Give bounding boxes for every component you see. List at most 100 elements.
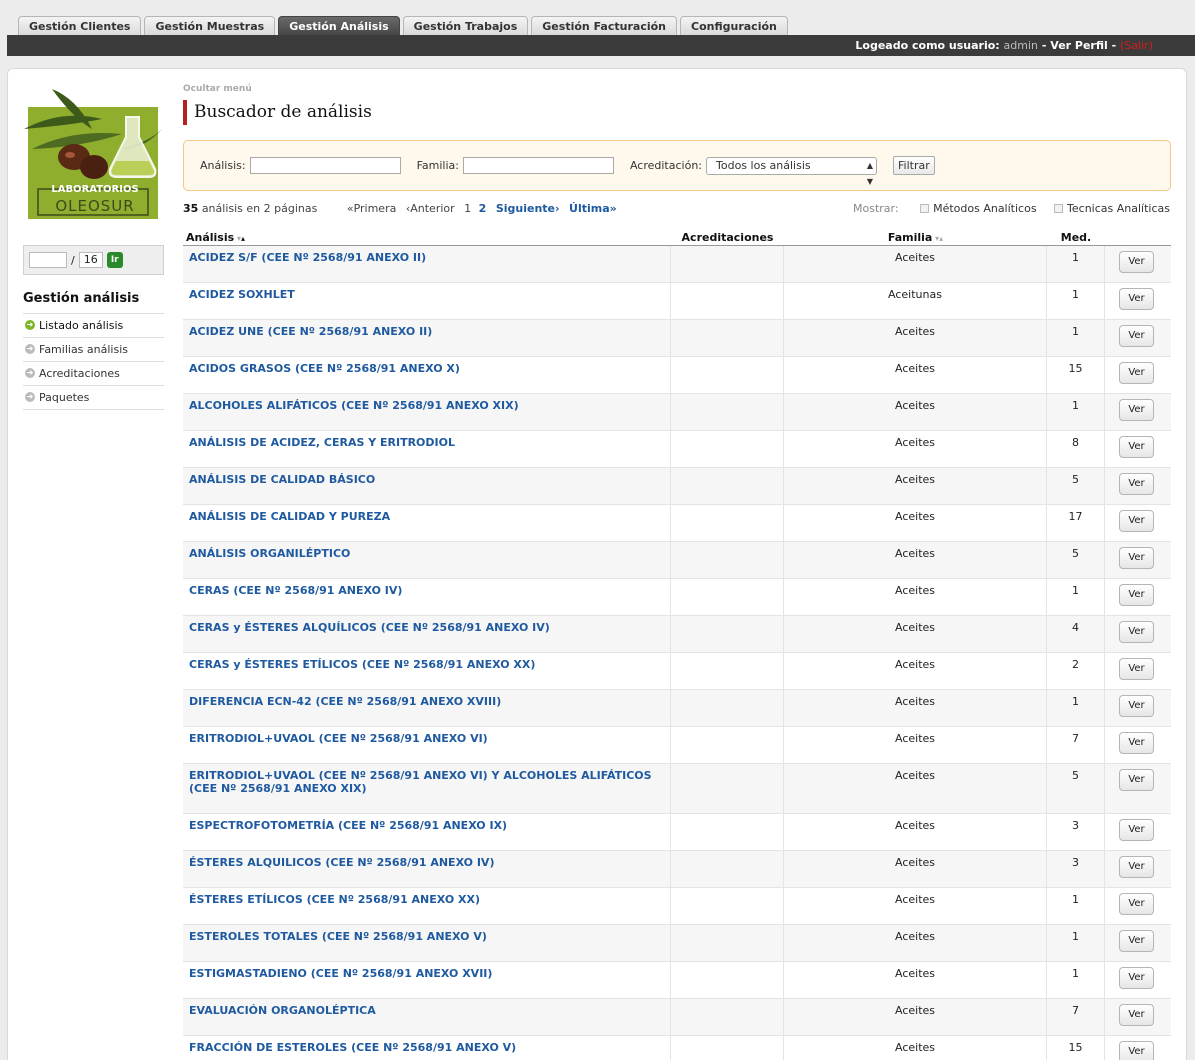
tab-1[interactable]: Gestión Muestras xyxy=(144,16,276,36)
analisis-name-link[interactable]: ANÁLISIS ORGANILÉPTICO xyxy=(183,542,671,578)
analisis-name-link[interactable]: ANÁLISIS DE ACIDEZ, CERAS Y ERITRODIOL xyxy=(183,431,671,467)
ver-button[interactable]: Ver xyxy=(1119,819,1154,841)
ver-button[interactable]: Ver xyxy=(1119,856,1154,878)
acreditacion-select[interactable]: Todos los análisis ▲ ▼ xyxy=(706,156,878,186)
ver-button[interactable]: Ver xyxy=(1119,621,1154,643)
page-2-link[interactable]: 2 xyxy=(479,202,487,215)
ver-button[interactable]: Ver xyxy=(1119,584,1154,606)
familia-cell: Aceites xyxy=(784,1036,1047,1060)
familia-input[interactable] xyxy=(462,157,614,174)
ver-button[interactable]: Ver xyxy=(1119,769,1154,791)
ver-button[interactable]: Ver xyxy=(1119,510,1154,532)
actions-cell: Ver xyxy=(1105,653,1171,689)
analisis-name-link[interactable]: FRACCIÓN DE ESTEROLES (CEE Nº 2568/91 AN… xyxy=(183,1036,671,1060)
hide-menu-link[interactable]: Ocultar menú xyxy=(183,84,252,94)
logout-link[interactable]: (Salir) xyxy=(1120,39,1153,52)
analisis-name-link[interactable]: ERITRODIOL+UVAOL (CEE Nº 2568/91 ANEXO V… xyxy=(183,764,671,813)
sidebar-item-2[interactable]: ➜ Acreditaciones xyxy=(23,362,164,386)
metodos-checkbox[interactable] xyxy=(920,204,930,213)
analisis-name-link[interactable]: ESTIGMASTADIENO (CEE Nº 2568/91 ANEXO XV… xyxy=(183,962,671,998)
actions-cell: Ver xyxy=(1105,579,1171,615)
table-row: CERAS y ÉSTERES ETÍLICOS (CEE Nº 2568/91… xyxy=(183,653,1171,690)
analisis-name-link[interactable]: CERAS y ÉSTERES ALQUÍLICOS (CEE Nº 2568/… xyxy=(183,616,671,652)
goto-page-input[interactable] xyxy=(29,252,67,268)
view-profile-link[interactable]: Ver Perfil xyxy=(1050,39,1108,52)
result-count-text: análisis en 2 páginas xyxy=(201,202,318,215)
filter-button[interactable]: Filtrar xyxy=(893,156,935,175)
ver-button[interactable]: Ver xyxy=(1119,362,1154,384)
med-cell: 3 xyxy=(1047,851,1105,887)
analisis-input[interactable] xyxy=(249,157,401,174)
ver-button[interactable]: Ver xyxy=(1119,1041,1154,1060)
ver-button[interactable]: Ver xyxy=(1119,695,1154,717)
analisis-name-link[interactable]: ESPECTROFOTOMETRÍA (CEE Nº 2568/91 ANEXO… xyxy=(183,814,671,850)
ver-button[interactable]: Ver xyxy=(1119,547,1154,569)
tab-2[interactable]: Gestión Análisis xyxy=(278,16,400,36)
tab-4[interactable]: Gestión Facturación xyxy=(531,16,677,36)
next-page-link[interactable]: Siguiente› xyxy=(496,202,560,215)
pagination: 35 análisis en 2 páginas «Primera ‹Anter… xyxy=(183,202,617,215)
select-arrows-icon: ▲ ▼ xyxy=(866,160,874,186)
analisis-name-link[interactable]: CERAS (CEE Nº 2568/91 ANEXO IV) xyxy=(183,579,671,615)
analisis-name-link[interactable]: ÉSTERES ETÍLICOS (CEE Nº 2568/91 ANEXO X… xyxy=(183,888,671,924)
sidebar-item-label: Acreditaciones xyxy=(39,367,120,380)
analisis-name-link[interactable]: ERITRODIOL+UVAOL (CEE Nº 2568/91 ANEXO V… xyxy=(183,727,671,763)
analisis-name-link[interactable]: ANÁLISIS DE CALIDAD Y PUREZA xyxy=(183,505,671,541)
ver-button[interactable]: Ver xyxy=(1119,399,1154,421)
arrow-circle-icon: ➜ xyxy=(25,368,35,378)
analisis-name-link[interactable]: CERAS y ÉSTERES ETÍLICOS (CEE Nº 2568/91… xyxy=(183,653,671,689)
analisis-name-link[interactable]: EVALUACIÓN ORGANOLÉPTICA xyxy=(183,999,671,1035)
arrow-circle-icon: ➜ xyxy=(25,392,35,402)
med-cell: 5 xyxy=(1047,764,1105,813)
header-analisis[interactable]: Análisis ▾▴ xyxy=(183,231,671,245)
tab-3[interactable]: Gestión Trabajos xyxy=(402,16,529,36)
analisis-name-link[interactable]: DIFERENCIA ECN-42 (CEE Nº 2568/91 ANEXO … xyxy=(183,690,671,726)
actions-cell: Ver xyxy=(1105,962,1171,998)
goto-button[interactable]: Ir xyxy=(106,252,123,268)
tecnicas-checkbox[interactable] xyxy=(1054,204,1064,213)
analisis-name-link[interactable]: ACIDEZ SOXHLET xyxy=(183,283,671,319)
acreditaciones-cell xyxy=(671,468,784,504)
ver-button[interactable]: Ver xyxy=(1119,251,1154,273)
ver-button[interactable]: Ver xyxy=(1119,893,1154,915)
header-familia[interactable]: Familia ▾▴ xyxy=(784,231,1047,245)
table-row: ANÁLISIS DE CALIDAD BÁSICO Aceites 5 Ver xyxy=(183,468,1171,505)
med-cell: 5 xyxy=(1047,542,1105,578)
analisis-name-link[interactable]: ESTEROLES TOTALES (CEE Nº 2568/91 ANEXO … xyxy=(183,925,671,961)
table-row: ACIDEZ SOXHLET Aceitunas 1 Ver xyxy=(183,283,1171,320)
actions-cell: Ver xyxy=(1105,727,1171,763)
familia-cell: Aceites xyxy=(784,505,1047,541)
ver-button[interactable]: Ver xyxy=(1119,658,1154,680)
sidebar-item-0[interactable]: ➜ Listado análisis xyxy=(23,314,164,338)
table-row: DIFERENCIA ECN-42 (CEE Nº 2568/91 ANEXO … xyxy=(183,690,1171,727)
analisis-name-link[interactable]: ACIDEZ UNE (CEE Nº 2568/91 ANEXO II) xyxy=(183,320,671,356)
analisis-name-link[interactable]: ANÁLISIS DE CALIDAD BÁSICO xyxy=(183,468,671,504)
ver-button[interactable]: Ver xyxy=(1119,325,1154,347)
analisis-name-link[interactable]: ACIDOS GRASOS (CEE Nº 2568/91 ANEXO X) xyxy=(183,357,671,393)
ver-button[interactable]: Ver xyxy=(1119,732,1154,754)
tab-0[interactable]: Gestión Clientes xyxy=(18,16,142,36)
familia-cell: Aceites xyxy=(784,851,1047,887)
acreditaciones-cell xyxy=(671,394,784,430)
sidebar-item-1[interactable]: ➜ Familias análisis xyxy=(23,338,164,362)
prev-page-link[interactable]: ‹Anterior xyxy=(406,202,455,215)
analisis-name-link[interactable]: ALCOHOLES ALIFÁTICOS (CEE Nº 2568/91 ANE… xyxy=(183,394,671,430)
ver-button[interactable]: Ver xyxy=(1119,1004,1154,1026)
analisis-name-link[interactable]: ACIDEZ S/F (CEE Nº 2568/91 ANEXO II) xyxy=(183,246,671,282)
sidebar-item-3[interactable]: ➜ Paquetes xyxy=(23,386,164,410)
sort-icon: ▾▴ xyxy=(932,234,944,243)
acreditaciones-cell xyxy=(671,814,784,850)
actions-cell: Ver xyxy=(1105,431,1171,467)
med-cell: 1 xyxy=(1047,690,1105,726)
ver-button[interactable]: Ver xyxy=(1119,967,1154,989)
ver-button[interactable]: Ver xyxy=(1119,930,1154,952)
analisis-name-link[interactable]: ÉSTERES ALQUILICOS (CEE Nº 2568/91 ANEXO… xyxy=(183,851,671,887)
ver-button[interactable]: Ver xyxy=(1119,288,1154,310)
tab-5[interactable]: Configuración xyxy=(680,16,788,36)
actions-cell: Ver xyxy=(1105,283,1171,319)
show-label: Mostrar: xyxy=(853,202,899,215)
first-page-link[interactable]: «Primera xyxy=(347,202,397,215)
ver-button[interactable]: Ver xyxy=(1119,436,1154,458)
last-page-link[interactable]: Última» xyxy=(569,202,617,215)
ver-button[interactable]: Ver xyxy=(1119,473,1154,495)
